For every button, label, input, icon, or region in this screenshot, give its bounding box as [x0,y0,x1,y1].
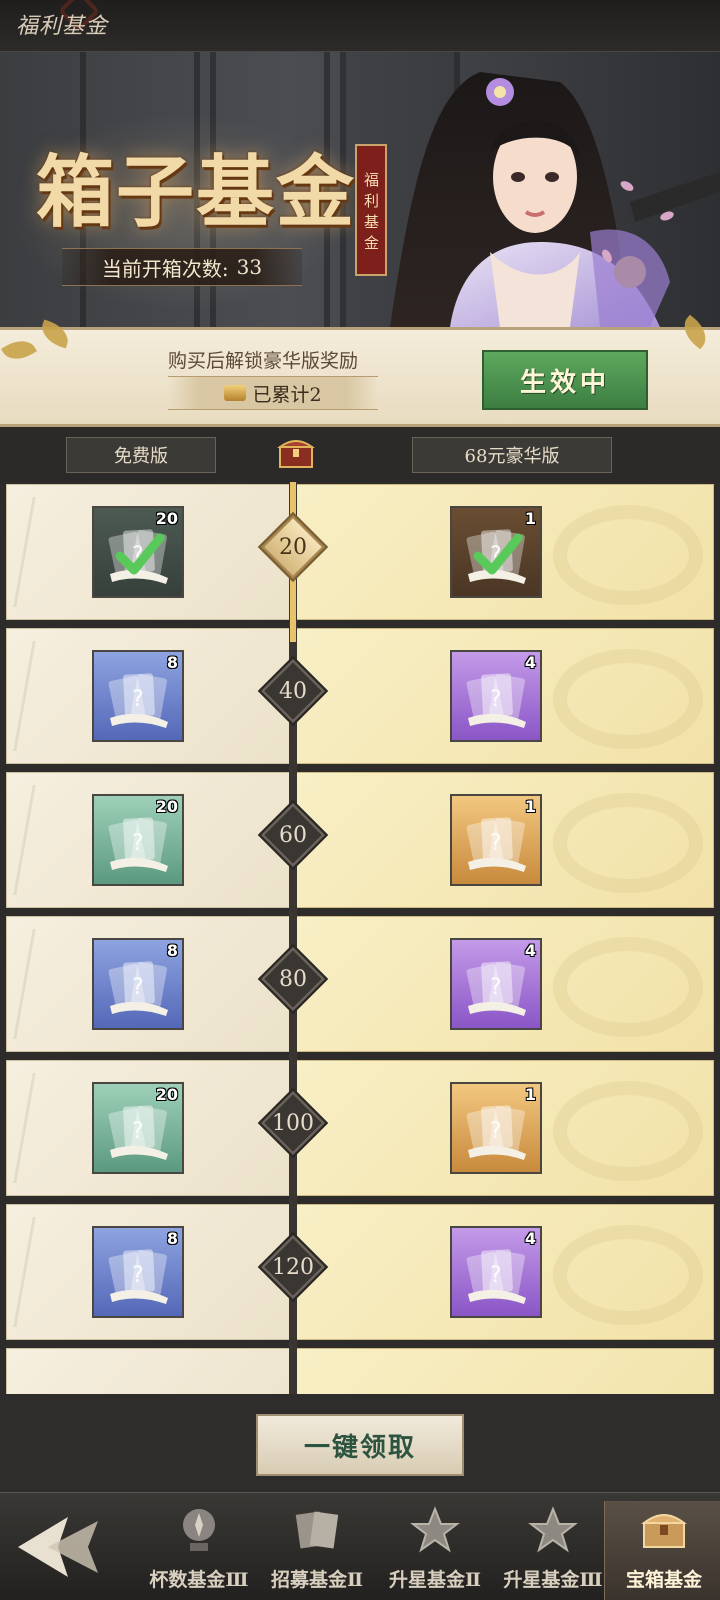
item-count: 1 [524,509,536,528]
deluxe-reward-item[interactable]: ? 4 [450,1226,542,1318]
claim-bar: 一键领取 [0,1394,720,1492]
deluxe-reward-item[interactable]: ? 1 [450,506,542,598]
tab-trophy[interactable]: 杯数基金Ⅲ [140,1501,258,1600]
accumulated-text: 已累计2 [252,383,322,406]
reward-row: ? 8? 4 [6,1204,714,1340]
milestone-marker: 60 [261,803,325,867]
milestone-value: 60 [279,822,307,848]
reward-row: ? 20? 1 [6,772,714,908]
milestone-value: 80 [279,966,307,992]
tab-treasure-chest[interactable]: 宝箱基金 [604,1501,720,1600]
milestone-value: 40 [279,678,307,704]
tab-label: 升星基金Ⅱ [388,1569,481,1591]
fund-seal: 福利基金 [355,144,387,276]
fund-title: 箱子基金 [36,147,357,238]
item-count: 4 [524,1229,536,1248]
reward-row [6,1348,714,1394]
svg-text:?: ? [490,975,502,1000]
item-count: 8 [166,941,178,960]
svg-text:?: ? [490,1119,502,1144]
item-count: 20 [155,797,178,816]
item-count: 8 [166,1229,178,1248]
item-count: 1 [524,797,536,816]
gold-bar-icon [224,385,247,401]
free-reward-item[interactable]: ? 20 [92,1082,184,1174]
reward-list[interactable]: ? 20? 1? 8? 4? 20? 1? 8? 4? 20? 1? 8? 4 20 40 60 80 100 12… [0,482,720,1394]
reward-row: ? 8? 4 [6,916,714,1052]
page-title: 福利基金 [16,14,109,39]
svg-text:?: ? [490,831,502,856]
milestone-marker: 100 [261,1091,325,1155]
fund-tabs: 杯数基金Ⅲ 招募基金Ⅱ 升星基金Ⅱ 升星基金Ⅲ 宝箱基金 [0,1492,720,1600]
free-reward-item[interactable]: ? 20 [92,506,184,598]
treasure-chest-icon [276,440,316,468]
back-arrow-icon[interactable] [8,1507,136,1587]
open-count: 当前开箱次数: 33 [62,248,302,286]
item-count: 4 [524,653,536,672]
svg-text:?: ? [132,975,144,1000]
deluxe-reward-item[interactable]: ? 1 [450,1082,542,1174]
column-headers: 免费版 68元豪华版 [0,427,720,482]
unlock-hint: 购买后解锁豪华版奖励 [168,350,359,372]
tab-label: 招募基金Ⅱ [270,1569,363,1591]
deluxe-reward-item[interactable]: ? 4 [450,938,542,1030]
tab-star[interactable]: 升星基金Ⅱ [376,1501,494,1600]
milestone-value: 120 [272,1254,314,1280]
milestone-value: 100 [272,1110,314,1136]
item-count: 20 [155,1085,178,1104]
accumulated-pill: 已累计2 [168,376,378,410]
svg-text:?: ? [132,687,144,712]
tab-star[interactable]: 升星基金Ⅲ [494,1501,612,1600]
free-reward-item[interactable]: ? 8 [92,650,184,742]
open-count-label: 当前开箱次数: [101,256,229,281]
item-count: 8 [166,653,178,672]
active-status-button[interactable]: 生效中 [482,350,648,410]
svg-text:?: ? [490,1263,502,1288]
deluxe-reward-item[interactable]: ? 4 [450,650,542,742]
character-illustration [390,72,720,327]
reward-row: ? 20 ? 1 [6,484,714,620]
milestone-marker: 120 [261,1235,325,1299]
svg-text:?: ? [132,1263,144,1288]
claim-all-button[interactable]: 一键领取 [256,1414,464,1476]
milestone-value: 20 [279,534,307,560]
deluxe-reward-item[interactable]: ? 1 [450,794,542,886]
tab-recruit-cards[interactable]: 招募基金Ⅱ [258,1501,376,1600]
milestone-marker: 40 [261,659,325,723]
tab-label: 杯数基金Ⅲ [149,1569,249,1591]
reward-row: ? 8? 4 [6,628,714,764]
top-bar: 福利基金 [0,0,720,52]
tab-label: 宝箱基金 [625,1569,702,1591]
free-reward-item[interactable]: ? 8 [92,938,184,1030]
unlock-panel: 购买后解锁豪华版奖励 已累计2 生效中 [0,314,720,427]
deluxe-tier-label: 68元豪华版 [412,437,612,473]
svg-text:?: ? [490,687,502,712]
item-count: 1 [524,1085,536,1104]
free-tier-label: 免费版 [66,437,216,473]
svg-text:?: ? [132,1119,144,1144]
item-count: 4 [524,941,536,960]
open-count-value: 33 [236,255,263,279]
svg-text:?: ? [132,831,144,856]
free-reward-item[interactable]: ? 8 [92,1226,184,1318]
milestone-marker: 80 [261,947,325,1011]
milestone-marker: 20 [261,515,325,579]
item-count: 20 [155,509,178,528]
tab-label: 升星基金Ⅲ [503,1569,603,1591]
reward-row: ? 20? 1 [6,1060,714,1196]
free-reward-item[interactable]: ? 20 [92,794,184,886]
